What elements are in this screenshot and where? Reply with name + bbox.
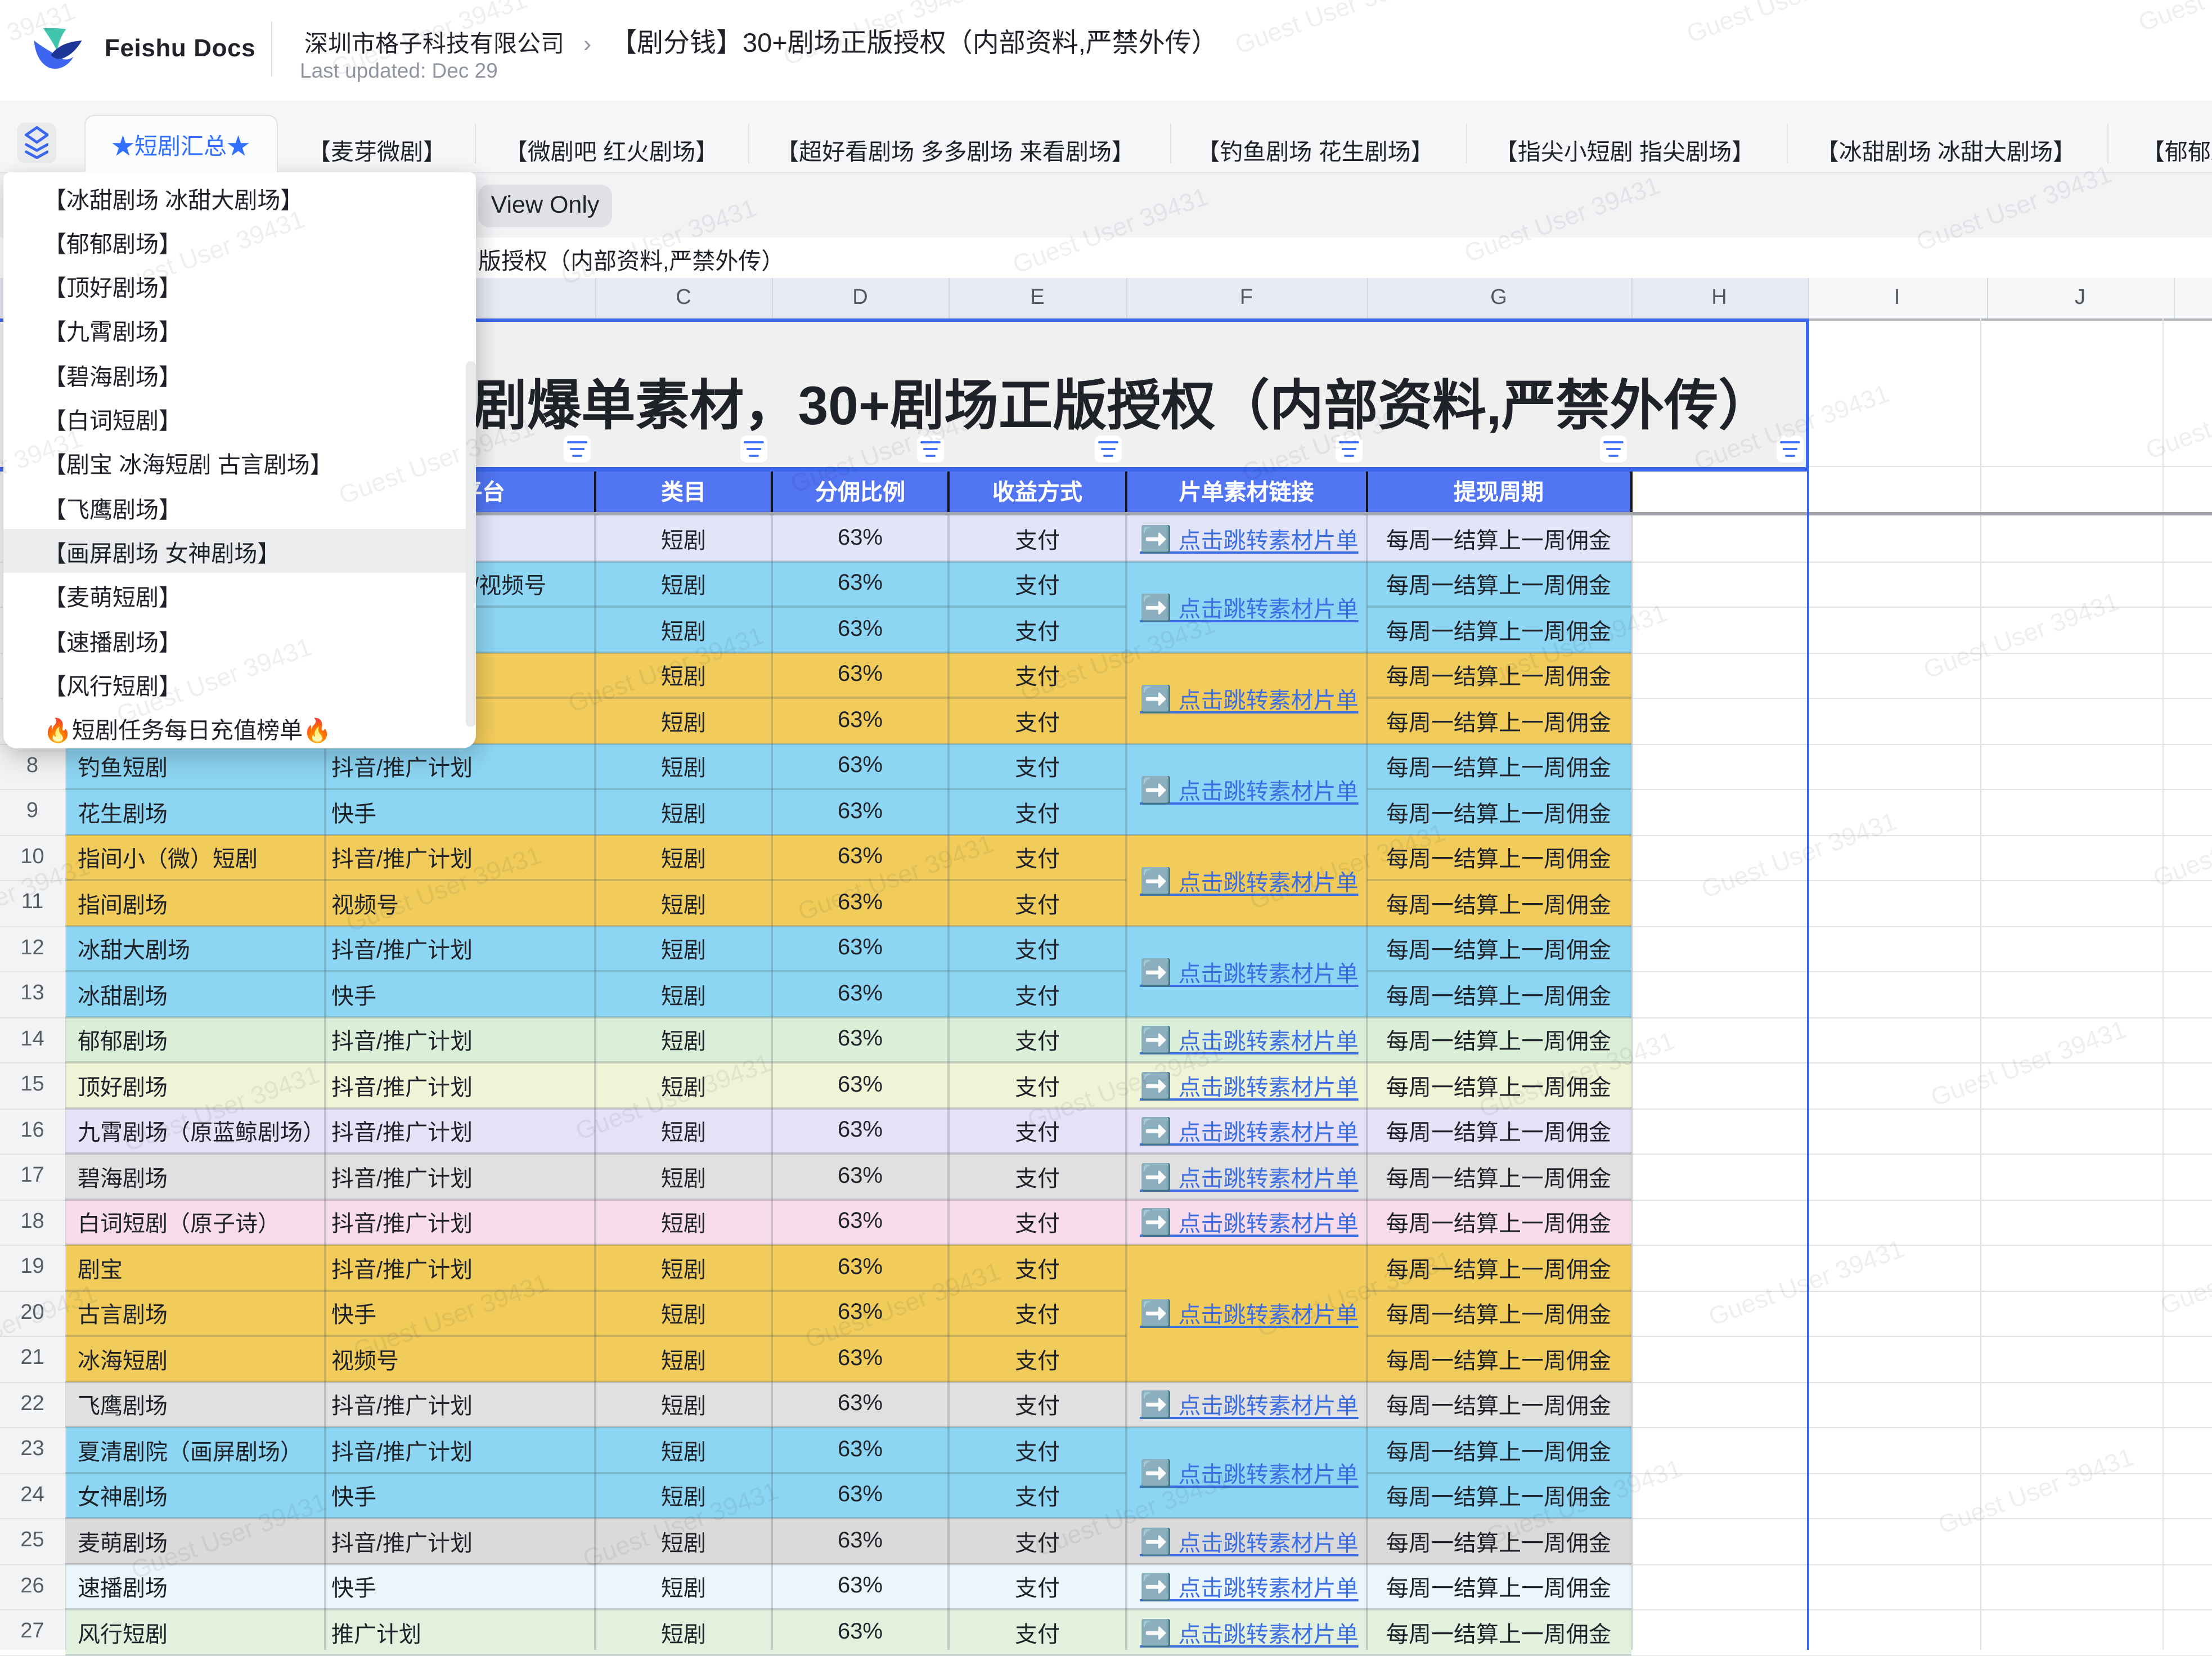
svg-text:Guest User 39431: Guest User 39431 — [2142, 367, 2212, 465]
svg-text:Guest User 39431: Guest User 39431 — [2149, 795, 2212, 892]
svg-text:Guest User 39431: Guest User 39431 — [1697, 806, 1900, 904]
svg-text:Guest User 39431: Guest User 39431 — [2156, 1223, 2212, 1320]
svg-text:Guest User 39431: Guest User 39431 — [1934, 1442, 2137, 1540]
svg-text:Guest User 39431: Guest User 39431 — [1919, 587, 2123, 684]
svg-text:Guest User 39431: Guest User 39431 — [1705, 1234, 1908, 1331]
